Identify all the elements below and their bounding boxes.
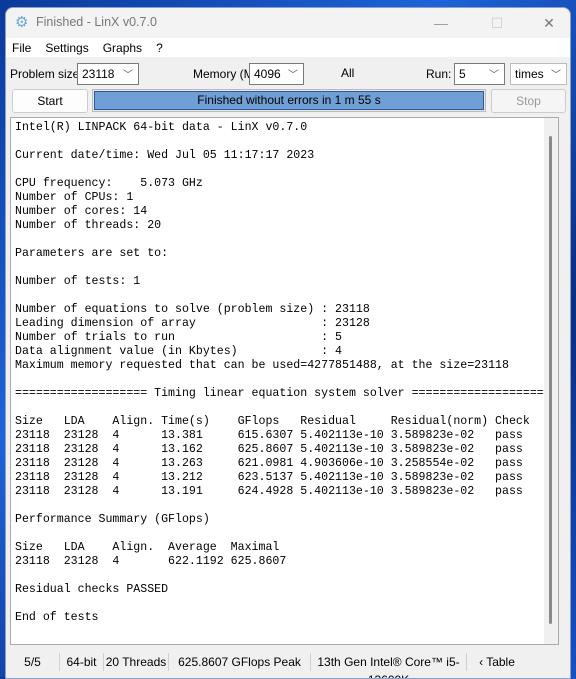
log-line: Performance Summary (GFlops) (15, 513, 210, 526)
chevron-down-icon: ﹀ (551, 70, 561, 81)
log-line: Number of CPUs: 1 (15, 191, 134, 204)
log-output[interactable]: Intel(R) LINPACK 64-bit data - LinX v0.7… (10, 117, 559, 645)
log-line: Leading dimension of array : 23128 (15, 317, 370, 330)
menu-help[interactable]: ? (156, 41, 163, 55)
gear-app-icon: ⚙ (15, 14, 29, 31)
maximize-button[interactable]: ☐ (474, 8, 520, 38)
log-line: 23118 23128 4 13.162 625.8607 5.402113e-… (15, 443, 523, 456)
table-toggle-button[interactable]: ‹ Table (467, 653, 527, 671)
log-line: 23118 23128 4 13.191 624.4928 5.402113e-… (15, 485, 523, 498)
log-line: 23118 23128 4 13.212 623.5137 5.402113e-… (15, 471, 523, 484)
memory-value: 4096 (254, 67, 281, 81)
title-bar[interactable]: ⚙ Finished - LinX v0.7.0 — ☐ ✕ (6, 8, 570, 38)
menu-settings[interactable]: Settings (45, 41, 88, 55)
progress-bar: Finished without errors in 1 m 55 s (92, 89, 486, 112)
menu-file[interactable]: File (12, 41, 31, 55)
log-line: Number of equations to solve (problem si… (15, 303, 370, 316)
memory-select[interactable]: 4096 ﹀ (249, 63, 304, 85)
status-threads: 20 Threads (104, 653, 169, 671)
linx-window: ⚙ Finished - LinX v0.7.0 — ☐ ✕ File Sett… (5, 7, 571, 679)
menu-bar: File Settings Graphs ? (6, 38, 570, 57)
log-line: Parameters are set to: (15, 247, 169, 260)
problem-size-value: 23118 (82, 67, 115, 81)
log-line: Size LDA Align. Time(s) GFlops Residual … (15, 415, 530, 428)
status-bar: 5/5 64-bit 20 Threads 625.8607 GFlops Pe… (6, 650, 570, 678)
run-unit-value: times (515, 67, 544, 81)
chevron-down-icon: ﹀ (489, 70, 499, 81)
log-line: Number of tests: 1 (15, 275, 141, 288)
log-line: Size LDA Align. Average Maximal (15, 541, 280, 554)
chevron-down-icon: ﹀ (288, 70, 298, 81)
scrollbar-thumb[interactable] (549, 136, 552, 624)
log-line: 23118 23128 4 13.263 621.0981 4.903606e-… (15, 457, 523, 470)
log-line: Maximum memory requested that can be use… (15, 359, 509, 372)
run-label: Run: (426, 67, 452, 81)
problem-size-select[interactable]: 23118 ﹀ (77, 63, 139, 85)
log-line: Data alignment value (in Kbytes) : 4 (15, 345, 342, 358)
status-arch: 64-bit (60, 653, 104, 671)
log-line: Number of cores: 14 (15, 205, 148, 218)
log-line: Intel(R) LINPACK 64-bit data - LinX v0.7… (15, 121, 308, 134)
progress-fill: Finished without errors in 1 m 55 s (94, 91, 484, 110)
start-button[interactable]: Start (12, 89, 88, 113)
log-line: End of tests (15, 611, 99, 624)
log-lines: Intel(R) LINPACK 64-bit data - LinX v0.7… (15, 121, 544, 625)
vertical-scrollbar[interactable] (544, 118, 558, 644)
memory-all-button[interactable]: All (341, 66, 354, 80)
log-line: Number of threads: 20 (15, 219, 162, 232)
log-line: Current date/time: Wed Jul 05 11:17:17 2… (15, 149, 315, 162)
log-line: =================== Timing linear equati… (15, 387, 544, 400)
log-line: Residual checks PASSED (15, 583, 169, 596)
window-title: Finished - LinX v0.7.0 (36, 15, 157, 29)
status-runs: 5/5 (6, 653, 60, 671)
log-line: 23118 23128 4 622.1192 625.8607 (15, 555, 287, 568)
close-button[interactable]: ✕ (526, 8, 570, 38)
minimize-button[interactable]: — (418, 8, 464, 38)
menu-graphs[interactable]: Graphs (103, 41, 142, 55)
log-line: Number of trials to run : 5 (15, 331, 342, 344)
stop-button[interactable]: Stop (491, 89, 566, 113)
run-count-select[interactable]: 5 ﹀ (454, 63, 505, 85)
run-count-value: 5 (459, 67, 466, 81)
log-line: CPU frequency: 5.073 GHz (15, 177, 203, 190)
problem-size-label: Problem size: (10, 67, 83, 81)
status-cpu: 13th Gen Intel® Core™ i5-13600K (311, 653, 467, 678)
log-line: 23118 23128 4 13.381 615.6307 5.402113e-… (15, 429, 523, 442)
chevron-down-icon: ﹀ (123, 70, 133, 81)
run-unit-select[interactable]: times ﹀ (510, 63, 567, 85)
status-peak: 625.8607 GFlops Peak (169, 653, 311, 671)
